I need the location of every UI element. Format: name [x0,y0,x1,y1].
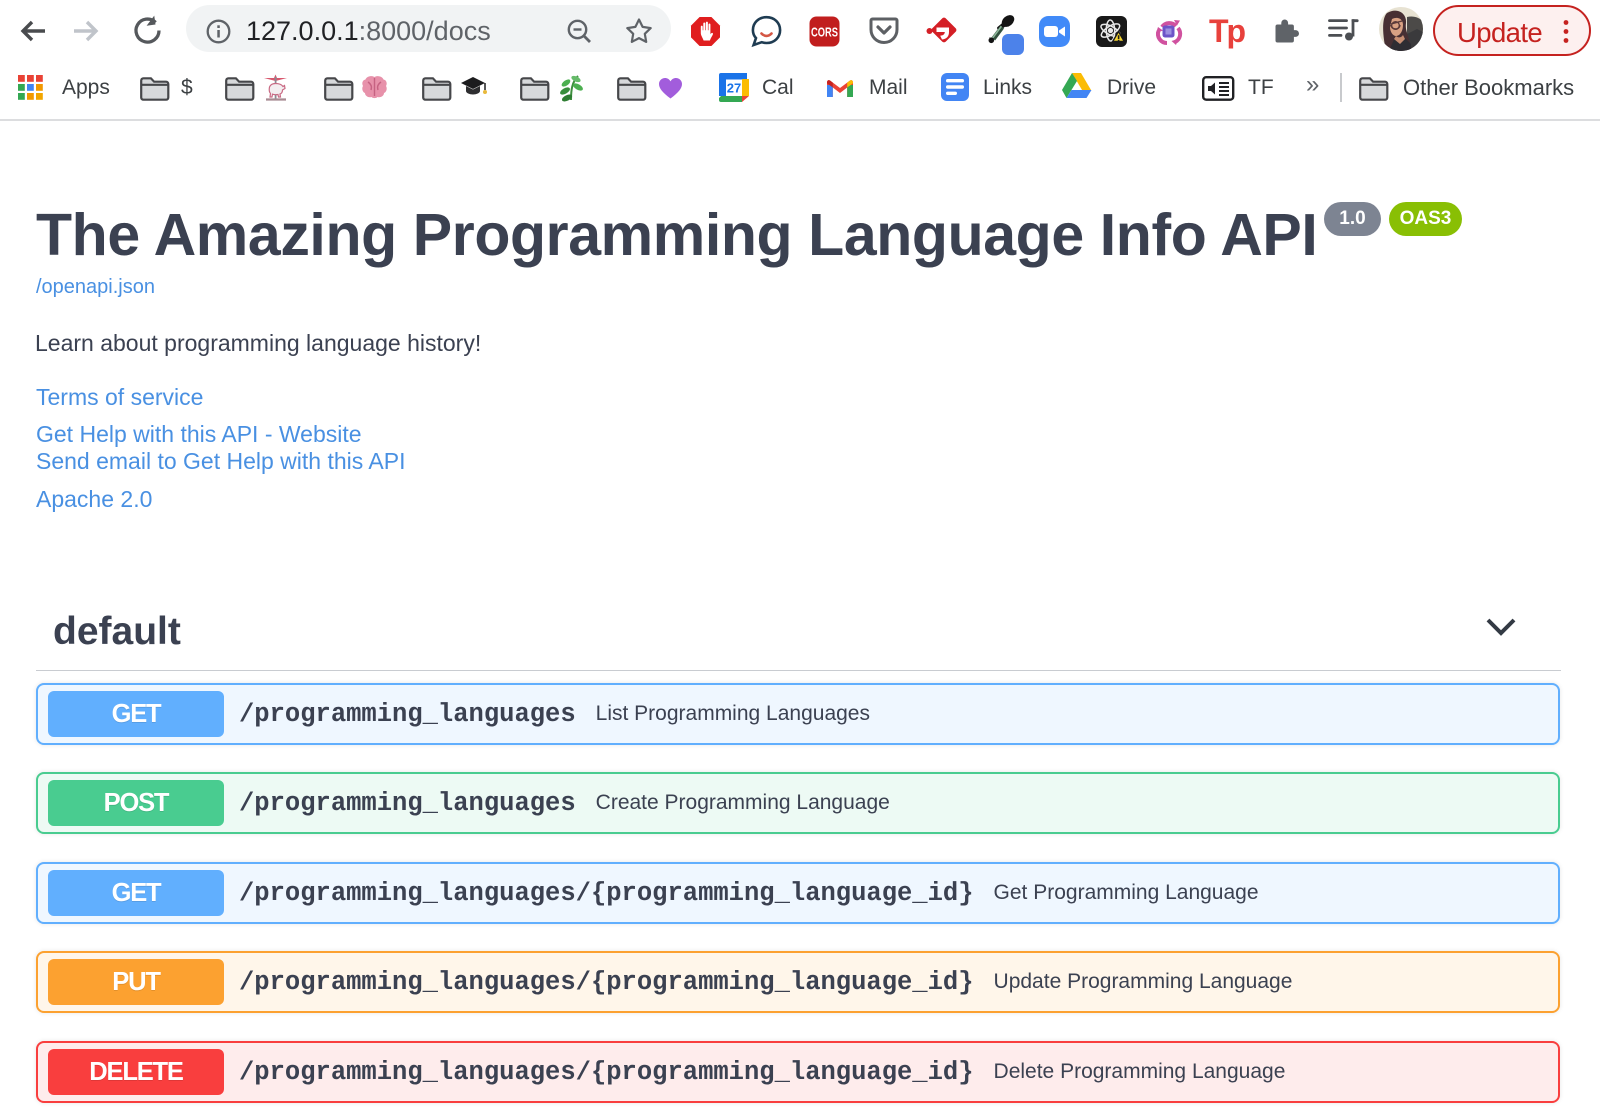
svg-text:CORS: CORS [811,25,838,40]
svg-text:27: 27 [727,81,741,96]
